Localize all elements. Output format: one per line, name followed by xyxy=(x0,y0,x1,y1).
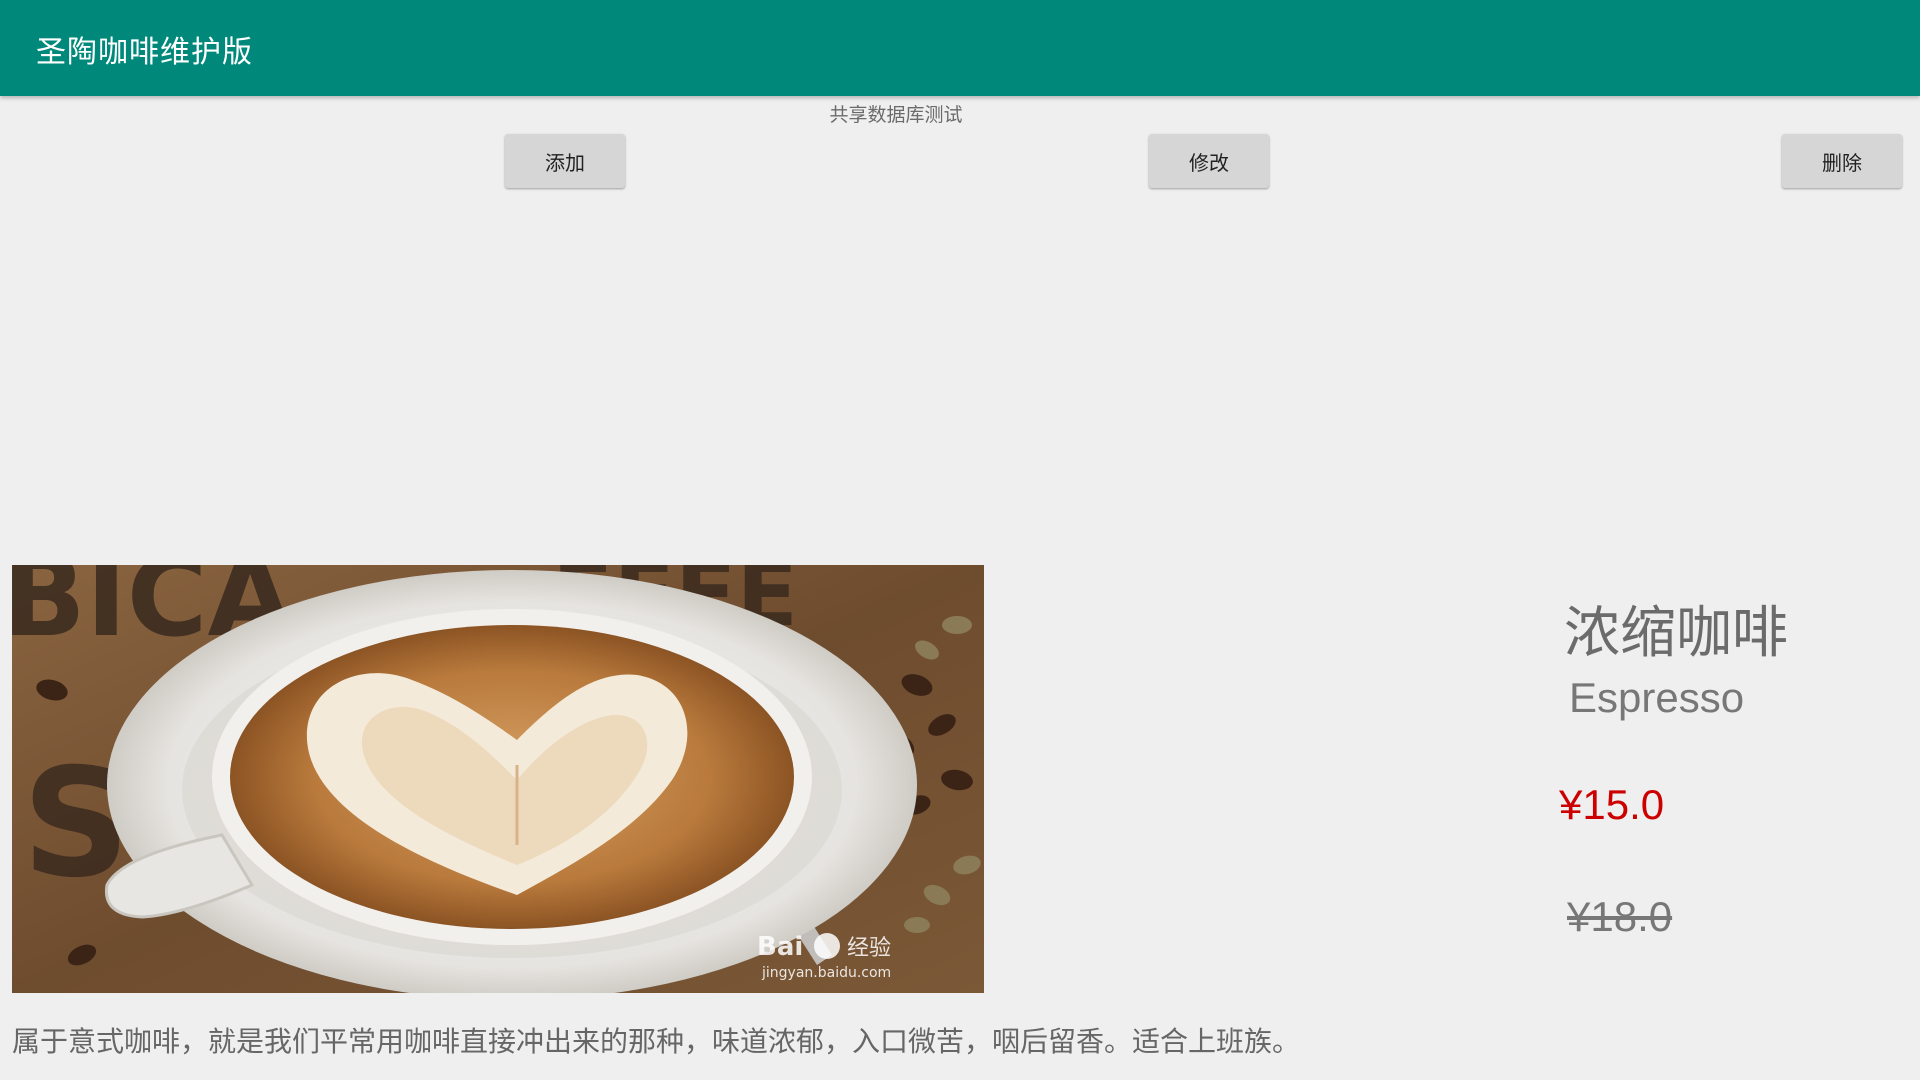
shared-db-test-label: 共享数据库测试 xyxy=(829,104,963,126)
coffee-latte-art-image: BICA FFEE S xyxy=(12,565,984,993)
add-button[interactable]: 添加 xyxy=(505,134,625,188)
product-name-english: Espresso xyxy=(1569,674,1745,721)
app-title: 圣陶咖啡维护版 xyxy=(36,35,253,70)
app-screen: 圣陶咖啡维护版 共享数据库测试 添加 修改 删除 BICA S Bai 经验 j… xyxy=(0,0,1920,1080)
product-description: 属于意式咖啡，就是我们平常用咖啡直接冲出来的那种，味道浓郁，入口微苦，咽后留香。… xyxy=(12,1025,1301,1058)
svg-text:经验: 经验 xyxy=(847,936,891,961)
original-price: ¥18.0 xyxy=(1567,893,1673,940)
current-price: ¥15.0 xyxy=(1559,781,1665,828)
svg-text:Bai: Bai xyxy=(757,932,803,962)
product-name-chinese: 浓缩咖啡 xyxy=(1564,601,1788,666)
coffee-image: BICA FFEE S xyxy=(12,565,984,993)
svg-text:jingyan.baidu.com: jingyan.baidu.com xyxy=(761,965,891,981)
edit-button[interactable]: 修改 xyxy=(1149,134,1269,188)
app-toolbar: 圣陶咖啡维护版 xyxy=(0,0,1920,96)
delete-button[interactable]: 删除 xyxy=(1782,134,1902,188)
